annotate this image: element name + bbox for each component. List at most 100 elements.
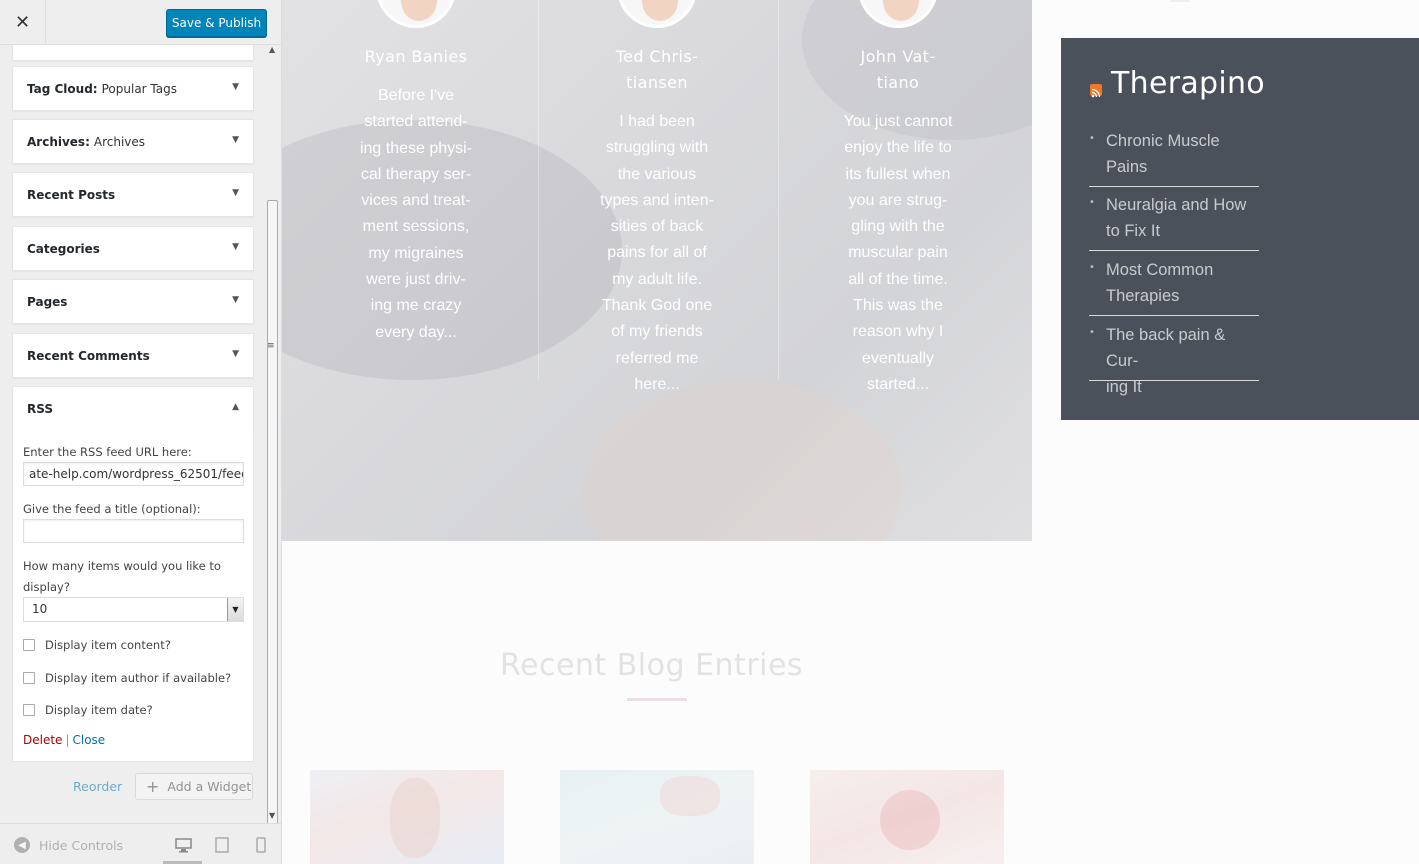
quote-line: started attend-	[364, 113, 468, 131]
scroll-down-arrow-icon[interactable]: ▼	[269, 811, 275, 820]
scrollbar-thumb[interactable]	[267, 200, 278, 850]
widget-recent-comments[interactable]: Recent Comments ▼	[12, 333, 254, 378]
rss-icon[interactable]	[1090, 84, 1102, 98]
blog-thumbnail[interactable]	[310, 770, 504, 864]
widget-header[interactable]: Pages ▼	[13, 280, 253, 323]
expand-arrow-icon[interactable]: ▼	[232, 135, 239, 145]
rss-list-item: • Chronic Muscle Pains	[1089, 130, 1259, 187]
header-fragment	[1170, 0, 1190, 2]
widget-categories[interactable]: Categories ▼	[12, 226, 254, 271]
widget-header[interactable]: Tag Cloud: Popular Tags ▼	[13, 67, 253, 110]
bullet: •	[1089, 133, 1095, 144]
widget-subtitle: Popular Tags	[101, 81, 177, 96]
reorder-link[interactable]: Reorder	[73, 779, 122, 794]
quote-line: ing me crazy	[370, 297, 462, 315]
option-display-content[interactable]: Display item content?	[23, 638, 171, 652]
expand-arrow-icon[interactable]: ▼	[232, 349, 239, 359]
hide-controls-button[interactable]: ◀ Hide Controls	[14, 837, 123, 853]
rss-title-input[interactable]	[23, 519, 244, 543]
quote-line: cal therapy ser-	[360, 165, 472, 183]
close-customizer-button[interactable]: ✕	[0, 0, 46, 45]
thumbnail-figure	[880, 790, 940, 850]
avatar	[617, 0, 697, 28]
quote-line: gling with the	[851, 218, 945, 236]
delete-link[interactable]: Delete	[23, 733, 62, 747]
bullet: •	[1089, 197, 1095, 208]
widget-title: RSS	[27, 401, 53, 416]
avatar	[376, 0, 456, 28]
widget-pages[interactable]: Pages ▼	[12, 279, 254, 324]
testimonial-quote: You just cannot enjoy the life to its fu…	[818, 109, 978, 398]
column-divider	[778, 0, 779, 380]
thumbnail-figure	[390, 778, 440, 858]
rss-list-item: • Neuralgia and How to Fix It	[1089, 194, 1259, 251]
rss-widget-title[interactable]: Therapino	[1111, 66, 1265, 101]
widget-recent-posts[interactable]: Recent Posts ▼	[12, 172, 254, 217]
checkbox[interactable]	[23, 704, 35, 716]
expand-arrow-icon[interactable]: ▼	[232, 188, 239, 198]
sidebar-scrollbar[interactable]: ▲ ≡ ▼	[265, 45, 280, 850]
add-widget-button[interactable]: + Add a Widget	[135, 773, 253, 800]
rss-items-label-line2: display?	[23, 580, 70, 594]
thumbnail-figure	[660, 776, 720, 816]
link-line: Therapies	[1106, 287, 1180, 305]
background-hand-shape	[582, 380, 902, 541]
widget-tag-cloud[interactable]: Tag Cloud: Popular Tags ▼	[12, 66, 254, 111]
blog-thumbnail[interactable]	[560, 770, 754, 864]
hide-controls-label: Hide Controls	[39, 837, 124, 853]
rss-item-link[interactable]: The back pain & Cur- ing It	[1106, 322, 1261, 400]
rss-item-link[interactable]: Neuralgia and How to Fix It	[1106, 192, 1261, 244]
rss-items-select[interactable]: 10 ▼	[23, 597, 244, 622]
rss-item-link[interactable]: Most Common Therapies	[1106, 257, 1261, 309]
mobile-preview-icon[interactable]	[251, 836, 271, 854]
rss-url-label: Enter the RSS feed URL here:	[23, 445, 192, 459]
quote-line: every day...	[375, 323, 457, 341]
widget-header[interactable]: Recent Posts ▼	[13, 173, 253, 216]
link-separator: |	[65, 733, 70, 747]
quote-line: all of the time.	[848, 270, 948, 288]
widget-rss[interactable]: RSS ▲	[12, 386, 254, 431]
quote-line: referred me	[615, 349, 699, 367]
widget-title: Categories	[27, 241, 100, 256]
blog-thumbnail[interactable]	[810, 770, 1004, 864]
widget-header[interactable]: RSS ▲	[13, 387, 253, 430]
customizer-header: ✕ Save & Publish	[0, 0, 281, 45]
rss-url-input[interactable]: ate-help.com/wordpress_62501/feed	[23, 462, 244, 486]
option-display-date[interactable]: Display item date?	[23, 703, 153, 717]
rss-item-link[interactable]: Chronic Muscle Pains	[1106, 128, 1261, 180]
avatar-face	[642, 0, 678, 21]
widget-archives[interactable]: Archives: Archives ▼	[12, 119, 254, 164]
avatar-face	[401, 0, 437, 21]
checkbox[interactable]	[23, 672, 35, 684]
testimonial-quote: I had been struggling with the various t…	[577, 109, 737, 398]
expand-arrow-icon[interactable]: ▼	[232, 82, 239, 92]
expand-arrow-icon[interactable]: ▼	[232, 242, 239, 252]
widget-header[interactable]: Archives: Archives ▼	[13, 120, 253, 163]
widget-header[interactable]: Categories ▼	[13, 227, 253, 270]
option-display-author[interactable]: Display item author if available?	[23, 671, 231, 685]
quote-line: ing these physi-	[359, 139, 473, 157]
widget-actions: Delete | Close	[23, 733, 105, 747]
quote-line: eventually	[861, 349, 935, 367]
quote-line: here...	[634, 375, 680, 393]
dropdown-arrow-icon[interactable]: ▼	[227, 598, 243, 621]
collapse-arrow-icon[interactable]: ▲	[232, 402, 239, 412]
quote-line: its fullest when	[845, 165, 951, 183]
quote-line: Before I've	[378, 87, 454, 104]
checkbox[interactable]	[23, 639, 35, 651]
quote-line: You just cannot	[843, 113, 953, 130]
checkbox-label: Display item date?	[45, 703, 153, 717]
widget-header[interactable]: Recent Comments ▼	[13, 334, 253, 377]
widget-title: Archives:	[27, 134, 90, 149]
desktop-preview-icon[interactable]	[173, 836, 193, 854]
scroll-up-arrow-icon[interactable]: ▲	[269, 45, 275, 54]
quote-line: you are strug-	[848, 191, 948, 209]
rss-feed-widget: Therapino • Chronic Muscle Pains • Neura…	[1061, 38, 1419, 420]
save-publish-button[interactable]: Save & Publish	[166, 9, 267, 37]
rss-widget-form: Enter the RSS feed URL here: ate-help.co…	[12, 430, 254, 762]
title-underline	[627, 698, 687, 701]
close-link[interactable]: Close	[72, 733, 105, 747]
quote-line: pains for all of	[607, 244, 707, 262]
expand-arrow-icon[interactable]: ▼	[232, 295, 239, 305]
tablet-preview-icon[interactable]	[212, 836, 232, 854]
